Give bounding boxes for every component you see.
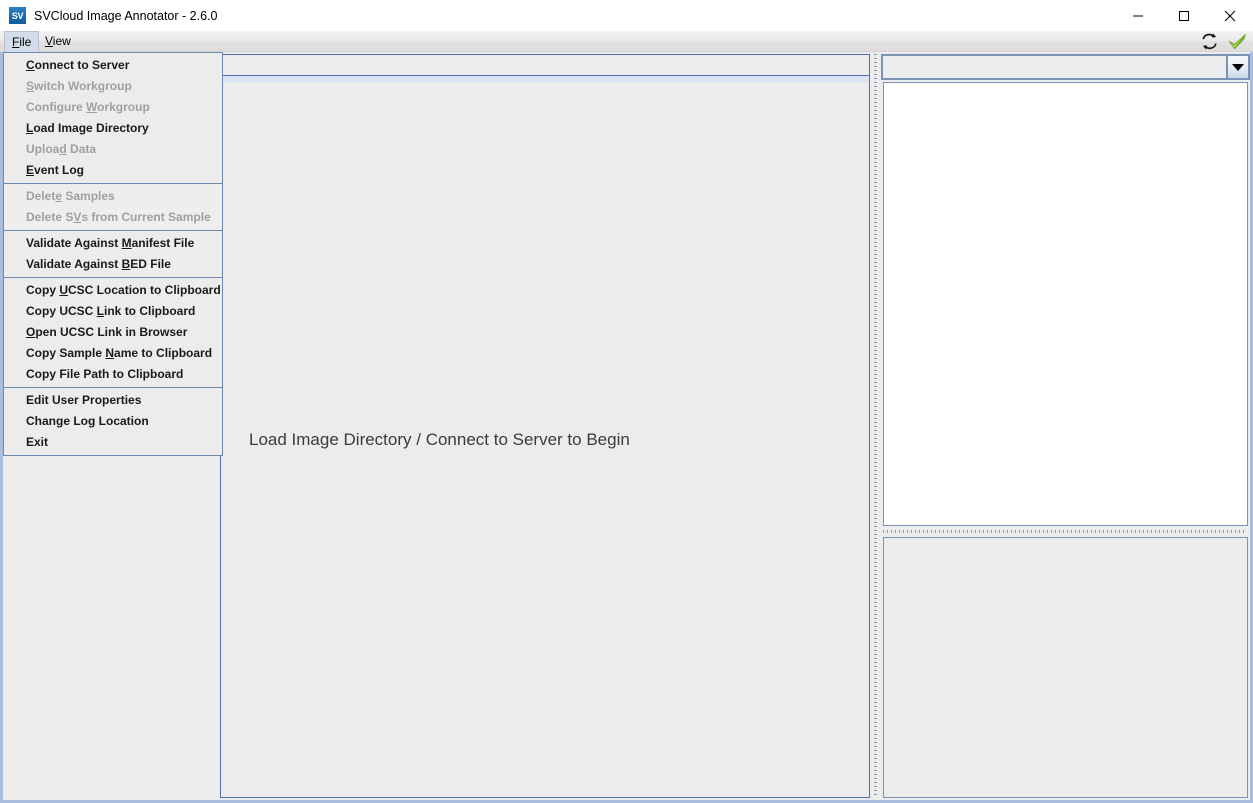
menu-item-copy-file-path-to-clipboard[interactable]: Copy File Path to Clipboard (4, 364, 222, 385)
menu-item-upload-data: Upload Data (26, 142, 97, 156)
menu-bar: File View (0, 31, 1253, 52)
chevron-down-icon (1232, 63, 1244, 71)
menu-view[interactable]: View (38, 31, 78, 52)
menu-item-delete-svs-from-current-sample: Delete SVs from Current Sample (26, 210, 211, 224)
menu-separator (4, 277, 222, 278)
viewer-canvas[interactable]: Load Image Directory / Connect to Server… (220, 82, 870, 798)
menu-view-label-rest: iew (52, 34, 71, 48)
splitter-grip-dots-horizontal (883, 530, 1247, 533)
file-menu-popup[interactable]: Connect to Server Switch Workgroup Configu… (3, 52, 223, 456)
window-controls (1115, 0, 1253, 31)
sample-combobox[interactable] (881, 54, 1250, 80)
menu-separator (4, 387, 222, 388)
viewer-empty-message: Load Image Directory / Connect to Server… (249, 430, 630, 449)
sample-list[interactable] (883, 82, 1248, 526)
menubar-icon-group (1200, 31, 1247, 52)
menu-group: Validate Against Manifest File Validate A… (4, 233, 222, 275)
splitter-grip-dots (874, 54, 877, 798)
menu-item-load-image-directory[interactable]: Load Image Directory (4, 118, 222, 139)
minimize-button[interactable] (1115, 0, 1161, 31)
refresh-sync-icon[interactable] (1200, 32, 1219, 51)
menu-item-change-log-location[interactable]: Change Log Location (4, 411, 222, 432)
menu-file[interactable]: File (4, 31, 40, 52)
horizontal-splitter[interactable] (881, 527, 1250, 537)
menu-group: Delete Samples Delete SVs from Current Sa… (4, 186, 222, 228)
image-viewer-panel: Load Image Directory / Connect to Server… (220, 52, 870, 800)
menu-item-edit-user-properties[interactable]: Edit User Properties (4, 390, 222, 411)
right-side-panel (881, 52, 1250, 800)
green-check-icon[interactable] (1228, 32, 1247, 51)
sample-combobox-field[interactable] (881, 54, 1226, 80)
menu-file-label-rest: ile (19, 35, 32, 49)
menu-group: Copy UCSC Location to Clipboard Copy UCSC… (4, 280, 222, 385)
vertical-splitter[interactable] (870, 52, 881, 800)
menu-group: Connect to Server Switch Workgroup Configu… (4, 55, 222, 181)
menu-item-switch-workgroup: Switch Workgroup (26, 79, 132, 93)
menu-item-open-ucsc-link-in-browser[interactable]: Open UCSC Link in Browser (4, 322, 222, 343)
maximize-button[interactable] (1161, 0, 1207, 31)
close-button[interactable] (1207, 0, 1253, 31)
menu-item-copy-ucsc-location-to-clipboard[interactable]: Copy UCSC Location to Clipboard (4, 280, 222, 301)
viewer-toolbar[interactable] (220, 54, 870, 76)
menu-separator (4, 230, 222, 231)
app-icon-sv: SV (9, 7, 26, 24)
menu-group: Edit User Properties Change Log Location E… (4, 390, 222, 453)
detail-panel[interactable] (883, 537, 1248, 798)
window-title: SVCloud Image Annotator - 2.6.0 (34, 8, 218, 23)
menu-separator (4, 183, 222, 184)
menu-item-event-log[interactable]: Event Log (4, 160, 222, 181)
menu-item-configure-workgroup: Configure Workgroup (26, 100, 150, 114)
sample-combobox-arrow-button[interactable] (1226, 54, 1250, 80)
menu-item-validate-against-bed-file[interactable]: Validate Against BED File (4, 254, 222, 275)
menu-item-validate-against-manifest-file[interactable]: Validate Against Manifest File (4, 233, 222, 254)
title-bar: SV SVCloud Image Annotator - 2.6.0 (0, 0, 1253, 31)
menu-item-connect-to-server[interactable]: Connect to Server (4, 55, 222, 76)
menu-item-copy-ucsc-link-to-clipboard[interactable]: Copy UCSC Link to Clipboard (4, 301, 222, 322)
menu-item-exit[interactable]: Exit (4, 432, 222, 453)
menu-item-delete-samples: Delete Samples (26, 189, 115, 203)
menu-item-copy-sample-name-to-clipboard[interactable]: Copy Sample Name to Clipboard (4, 343, 222, 364)
